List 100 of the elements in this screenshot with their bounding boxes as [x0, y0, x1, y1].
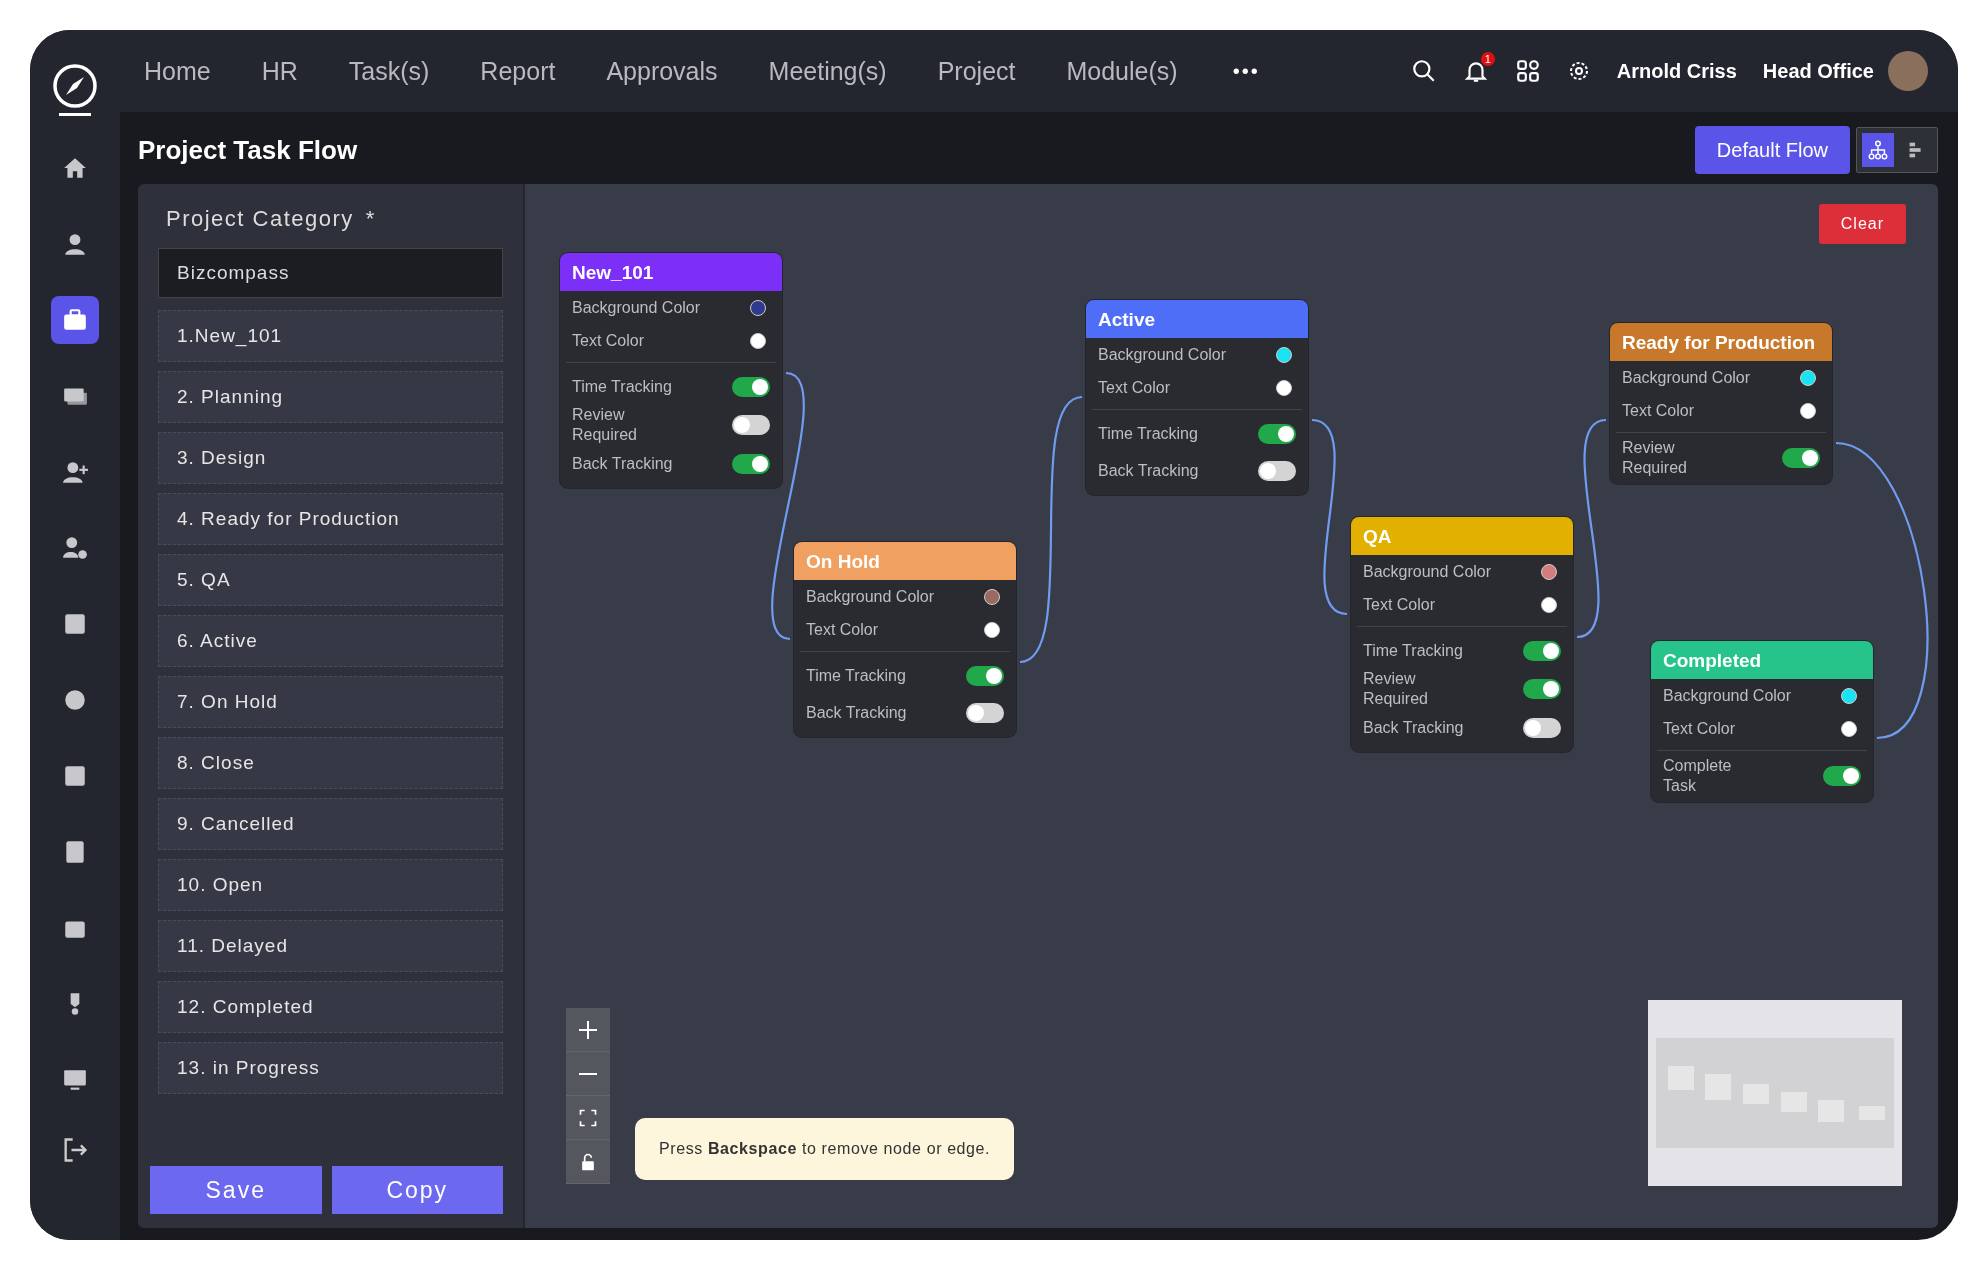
user-gear-icon: [62, 535, 88, 561]
node-title: Completed: [1651, 641, 1873, 679]
add-user-icon: [62, 459, 88, 485]
hierarchy-view-button[interactable]: [1862, 133, 1894, 167]
clear-button[interactable]: Clear: [1818, 204, 1906, 244]
category-item[interactable]: 13. in Progress: [158, 1042, 503, 1094]
sidebar-item[interactable]: [51, 296, 99, 344]
required-mark: *: [365, 206, 376, 232]
category-item[interactable]: 12. Completed: [158, 981, 503, 1033]
property-label: Text Color: [1098, 378, 1171, 397]
nav-link[interactable]: Report: [480, 56, 556, 86]
search-icon[interactable]: [1410, 58, 1437, 84]
category-input[interactable]: Bizcompass: [158, 248, 503, 298]
color-swatch[interactable]: [750, 299, 766, 316]
monitor-icon: [62, 1067, 88, 1093]
category-item[interactable]: 1.New_101: [158, 310, 503, 362]
color-swatch[interactable]: [984, 588, 1000, 605]
nav-link[interactable]: Home: [144, 56, 211, 86]
more-menu[interactable]: •••: [1232, 59, 1260, 83]
user-icon: [62, 231, 88, 257]
node-title: QA: [1351, 517, 1573, 555]
property-label: Back Tracking: [1098, 460, 1199, 481]
color-swatch[interactable]: [1800, 369, 1816, 386]
hierarchy-icon: [1867, 139, 1889, 161]
nav-link[interactable]: Project: [937, 56, 1016, 86]
category-item[interactable]: 9. Cancelled: [158, 798, 503, 850]
property-label: Text Color: [1622, 401, 1695, 420]
apps-grid-icon[interactable]: [1514, 58, 1541, 84]
category-item[interactable]: 5. QA: [158, 554, 503, 606]
color-swatch[interactable]: [1541, 563, 1557, 580]
category-item[interactable]: 11. Delayed: [158, 920, 503, 972]
property-label: Text Color: [1363, 595, 1436, 614]
toggle-switch[interactable]: [1258, 460, 1296, 481]
toggle-switch[interactable]: [1823, 766, 1861, 786]
square-icon: [62, 611, 88, 637]
default-flow-button[interactable]: Default Flow: [1694, 126, 1850, 174]
briefcase-icon: [62, 307, 88, 333]
edge-line[interactable]: [1835, 441, 1929, 740]
property-label: Background Color: [1622, 368, 1751, 387]
property-label: Background Color: [1663, 686, 1792, 705]
node-title: On Hold: [794, 542, 1016, 580]
edge-line[interactable]: [1576, 418, 1607, 639]
color-swatch[interactable]: [984, 621, 1000, 638]
toggle-switch[interactable]: [1782, 448, 1820, 468]
property-label: Text Color: [572, 331, 645, 350]
fit-view-icon: [578, 1107, 598, 1128]
node-title: Active: [1086, 300, 1308, 338]
toggle-switch[interactable]: [1258, 423, 1296, 444]
flow-node[interactable]: QA Background Color Text Color Time Tracking Review Required Back Tracking: [1351, 517, 1573, 752]
property-label: Time Tracking: [1363, 640, 1463, 661]
category-item[interactable]: 3. Design: [158, 432, 503, 484]
flow-node[interactable]: On Hold Background Color Text Color Time Tracking Back Tracking: [794, 542, 1016, 737]
toggle-switch[interactable]: [966, 702, 1004, 723]
square-icon: [62, 763, 88, 789]
page-title: Project Task Flow: [138, 134, 358, 166]
flow-node[interactable]: Active Background Color Text Color Time Tracking Back Tracking: [1086, 300, 1308, 495]
flow-node[interactable]: New_101 Background Color Text Color Time Tracking Review Required Back Tracking: [560, 253, 782, 488]
color-swatch[interactable]: [1541, 596, 1557, 613]
toggle-switch[interactable]: [732, 453, 770, 474]
edge-line[interactable]: [1019, 396, 1083, 663]
field-label: Project Category: [166, 206, 354, 232]
nav-link[interactable]: Approvals: [606, 56, 718, 86]
save-button[interactable]: Save: [150, 1166, 322, 1214]
property-label: Background Color: [1098, 345, 1227, 364]
color-swatch[interactable]: [1800, 402, 1816, 419]
hint-text: Press Backspace to remove node or edge.: [635, 1118, 1015, 1180]
flow-node[interactable]: Ready for Production Background Color Text Color Review Required: [1610, 323, 1832, 484]
category-item[interactable]: 4. Ready for Production: [158, 493, 503, 545]
property-label: Time Tracking: [572, 376, 672, 397]
office-name[interactable]: Head Office: [1762, 59, 1874, 83]
edge-line[interactable]: [771, 372, 805, 640]
color-swatch[interactable]: [1276, 346, 1292, 363]
color-swatch[interactable]: [1841, 687, 1857, 704]
compass-logo-icon[interactable]: [51, 62, 99, 118]
color-swatch[interactable]: [750, 332, 766, 349]
nav-link[interactable]: Task(s): [348, 56, 430, 86]
toggle-switch[interactable]: [1523, 640, 1561, 661]
property-label: Back Tracking: [572, 453, 673, 474]
nav-link[interactable]: Meeting(s): [768, 56, 887, 86]
toggle-switch[interactable]: [732, 376, 770, 397]
toggle-switch[interactable]: [966, 665, 1004, 686]
nav-link[interactable]: Module(s): [1066, 56, 1178, 86]
toggle-switch[interactable]: [1523, 679, 1561, 699]
property-label: Background Color: [1363, 562, 1492, 581]
nav-link[interactable]: HR: [261, 56, 298, 86]
color-swatch[interactable]: [1276, 379, 1292, 396]
property-label: Background Color: [572, 298, 701, 317]
flow-node[interactable]: Completed Background Color Text Color Complete Task: [1651, 641, 1873, 802]
user-name[interactable]: Arnold Criss: [1616, 59, 1737, 83]
toggle-switch[interactable]: [1523, 717, 1561, 738]
copy-button[interactable]: Copy: [331, 1166, 503, 1214]
edge-line[interactable]: [1311, 418, 1348, 616]
color-swatch[interactable]: [1841, 720, 1857, 737]
category-item[interactable]: 7. On Hold: [158, 676, 503, 728]
toggle-switch[interactable]: [732, 415, 770, 435]
category-item[interactable]: 10. Open: [158, 859, 503, 911]
category-item[interactable]: 8. Close: [158, 737, 503, 789]
category-item[interactable]: 6. Active: [158, 615, 503, 667]
category-item[interactable]: 2. Planning: [158, 371, 503, 423]
avatar[interactable]: [1888, 51, 1928, 91]
